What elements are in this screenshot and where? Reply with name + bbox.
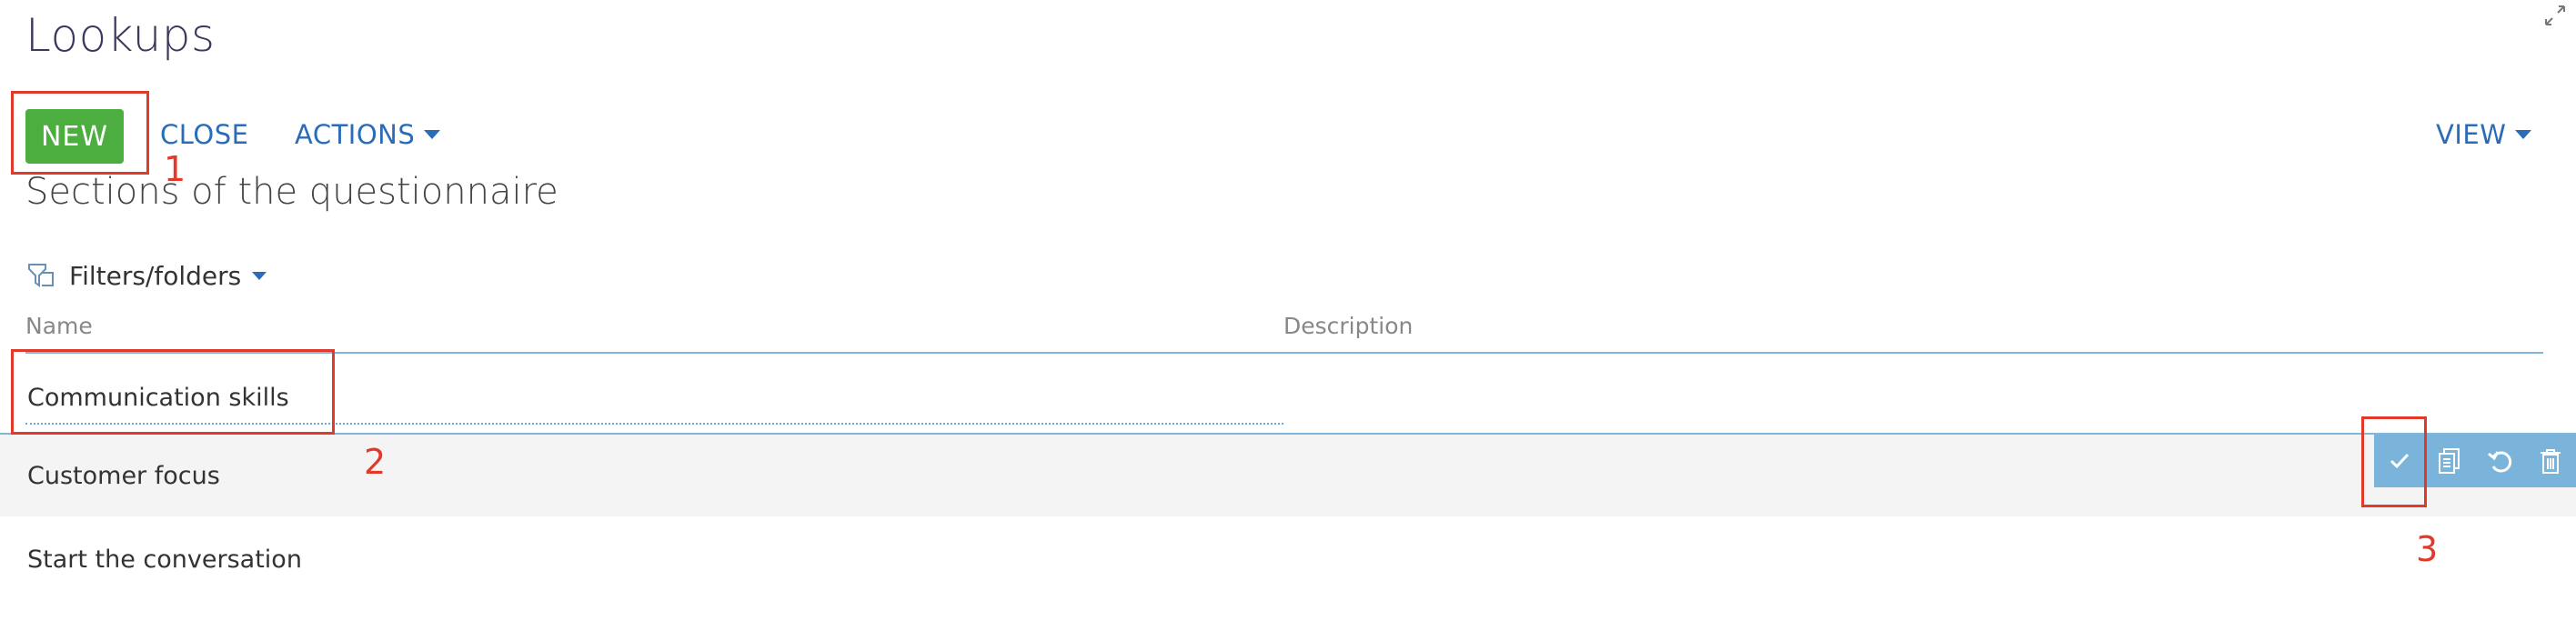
- table-row[interactable]: Start the conversation: [0, 518, 2576, 600]
- chevron-down-icon: [252, 271, 267, 280]
- copy-icon: [2439, 448, 2460, 474]
- chevron-down-icon: [2515, 130, 2532, 139]
- annotation-number-2: 2: [364, 442, 387, 482]
- view-menu[interactable]: VIEW: [2436, 119, 2532, 150]
- actions-menu[interactable]: ACTIONS: [295, 119, 441, 150]
- copy-row-button[interactable]: [2425, 435, 2476, 487]
- row-name-cell: Customer focus: [27, 462, 220, 490]
- table-row[interactable]: Customer focus: [0, 435, 2576, 516]
- annotation-box-1: [11, 91, 149, 175]
- annotation-box-2: [11, 349, 335, 435]
- actions-menu-label: ACTIONS: [295, 119, 416, 150]
- undo-row-button[interactable]: [2475, 435, 2526, 487]
- section-title: Sections of the questionnaire: [25, 171, 558, 213]
- trash-icon: [2541, 449, 2561, 474]
- delete-row-button[interactable]: [2526, 435, 2576, 487]
- undo-icon: [2487, 451, 2511, 473]
- view-menu-label: VIEW: [2436, 119, 2507, 150]
- annotation-box-3: [2361, 416, 2427, 507]
- column-header-name[interactable]: Name: [25, 313, 93, 339]
- row-name-cell: Start the conversation: [27, 546, 302, 574]
- chevron-down-icon: [424, 130, 441, 139]
- filters-folders-dropdown[interactable]: Filters/folders: [25, 257, 267, 294]
- annotation-number-3: 3: [2416, 529, 2439, 569]
- close-button[interactable]: CLOSE: [160, 119, 248, 150]
- page-title: Lookups: [25, 9, 216, 62]
- filter-folder-icon: [28, 264, 54, 287]
- fullscreen-icon[interactable]: [2543, 4, 2567, 27]
- column-header-description[interactable]: Description: [1283, 313, 1413, 339]
- filters-folders-label: Filters/folders: [69, 260, 242, 291]
- annotation-number-1: 1: [164, 149, 186, 189]
